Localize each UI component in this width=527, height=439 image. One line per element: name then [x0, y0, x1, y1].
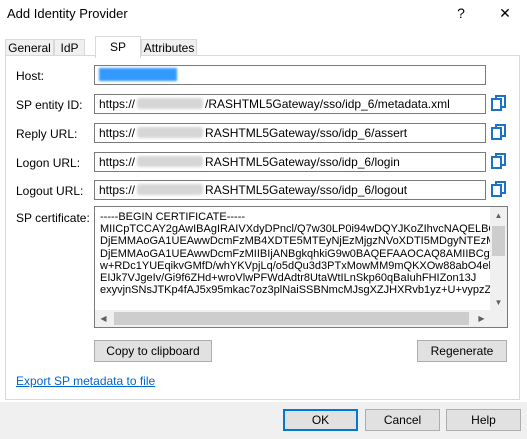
host-label: Host:	[16, 69, 45, 83]
entity-id-input[interactable]: https:// /RASHTML5Gateway/sso/idp_6/metad…	[94, 94, 486, 114]
reply-url-prefix: https://	[99, 126, 136, 140]
ok-button[interactable]: OK	[283, 409, 358, 431]
scroll-right-arrow-icon[interactable]: ▶	[473, 310, 490, 327]
horizontal-scroll-thumb[interactable]	[114, 312, 469, 325]
certificate-textarea[interactable]: -----BEGIN CERTIFICATE----- MIICpTCCAY2g…	[94, 206, 508, 328]
logon-url-prefix: https://	[99, 155, 136, 169]
logon-url-suffix: RASHTML5Gateway/sso/idp_6/login	[205, 155, 400, 169]
entity-id-label: SP entity ID:	[16, 98, 83, 112]
window-title: Add Identity Provider	[7, 6, 128, 21]
copy-logon-url-icon[interactable]	[491, 153, 507, 170]
host-value-selected	[99, 68, 177, 81]
cancel-button[interactable]: Cancel	[365, 409, 440, 431]
export-sp-metadata-link[interactable]: Export SP metadata to file	[16, 374, 155, 388]
reply-url-label: Reply URL:	[16, 127, 78, 141]
reply-url-input[interactable]: https:// RASHTML5Gateway/sso/idp_6/assert	[94, 123, 486, 143]
scroll-down-arrow-icon[interactable]: ▼	[490, 294, 507, 311]
certificate-text: -----BEGIN CERTIFICATE----- MIICpTCCAY2g…	[100, 211, 490, 297]
reply-url-suffix: RASHTML5Gateway/sso/idp_6/assert	[205, 126, 408, 140]
logout-url-input[interactable]: https:// RASHTML5Gateway/sso/idp_6/logout	[94, 180, 486, 200]
help-title-button[interactable]: ?	[441, 0, 481, 27]
copy-to-clipboard-button[interactable]: Copy to clipboard	[94, 340, 212, 362]
tab-sp[interactable]: SP	[95, 36, 141, 58]
logon-url-label: Logon URL:	[16, 156, 81, 170]
scroll-corner	[490, 310, 507, 327]
certificate-label: SP certificate:	[16, 211, 90, 225]
entity-id-suffix: /RASHTML5Gateway/sso/idp_6/metadata.xml	[205, 97, 450, 111]
host-input[interactable]	[94, 65, 486, 85]
certificate-vertical-scrollbar[interactable]: ▲ ▼	[490, 207, 507, 311]
close-button[interactable]: ✕	[485, 0, 525, 27]
logout-url-prefix: https://	[99, 183, 136, 197]
scroll-left-arrow-icon[interactable]: ◀	[95, 310, 112, 327]
logout-url-suffix: RASHTML5Gateway/sso/idp_6/logout	[205, 183, 408, 197]
certificate-horizontal-scrollbar[interactable]: ◀ ▶	[95, 310, 507, 327]
redacted-host	[137, 156, 204, 167]
help-button[interactable]: Help	[446, 409, 521, 431]
scroll-up-arrow-icon[interactable]: ▲	[490, 207, 507, 224]
entity-id-prefix: https://	[99, 97, 136, 111]
copy-entity-id-icon[interactable]	[491, 95, 507, 112]
dialog-footer: OK Cancel Help	[0, 402, 527, 439]
copy-logout-url-icon[interactable]	[491, 181, 507, 198]
redacted-host	[137, 184, 204, 195]
regenerate-button[interactable]: Regenerate	[417, 340, 507, 362]
title-bar: Add Identity Provider ? ✕	[0, 0, 527, 27]
logout-url-label: Logout URL:	[16, 184, 84, 198]
copy-reply-url-icon[interactable]	[491, 124, 507, 141]
logon-url-input[interactable]: https:// RASHTML5Gateway/sso/idp_6/login	[94, 152, 486, 172]
redacted-host	[137, 98, 204, 109]
redacted-host	[137, 127, 204, 138]
vertical-scroll-thumb[interactable]	[492, 226, 505, 256]
